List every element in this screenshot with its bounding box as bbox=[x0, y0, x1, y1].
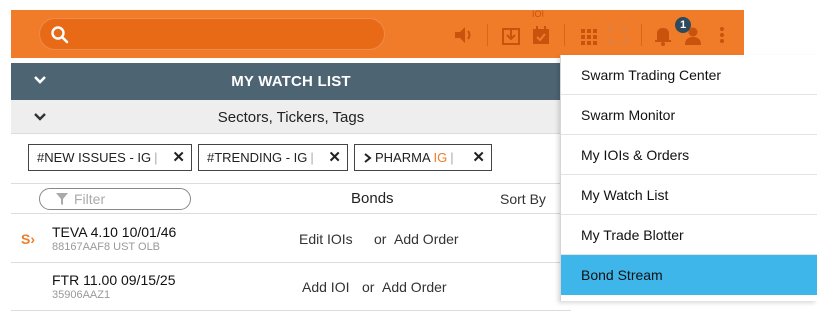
calendar-icon[interactable] bbox=[530, 24, 552, 46]
tag-chip[interactable]: #NEW ISSUES - IG | ✕ bbox=[28, 144, 192, 171]
filter-icon bbox=[56, 193, 68, 205]
tag-list: #NEW ISSUES - IG | ✕ #TRENDING - IG | ✕ PH… bbox=[11, 134, 571, 182]
table-row[interactable]: FTR 11.00 09/15/25 35906AAZ1 Add IOI or … bbox=[11, 263, 571, 311]
apps-dropdown-menu: Swarm Trading Center Swarm Monitor My IO… bbox=[560, 55, 817, 301]
fullscreen-icon[interactable] bbox=[607, 24, 629, 46]
tag-label: #NEW ISSUES - IG bbox=[37, 150, 152, 165]
more-vertical-icon[interactable] bbox=[717, 24, 727, 46]
watchlist-title: MY WATCH LIST bbox=[231, 73, 351, 90]
tag-divider: | bbox=[450, 150, 454, 165]
bond-identifier: 35906AAZ1 bbox=[52, 289, 111, 301]
swarm-flag: S› bbox=[21, 231, 35, 247]
toolbar-divider bbox=[487, 24, 488, 46]
close-icon[interactable]: ✕ bbox=[472, 145, 485, 170]
tag-divider: | bbox=[154, 150, 158, 165]
bond-identifier: 88167AAF8 UST OLB bbox=[52, 241, 161, 253]
add-order-link[interactable]: Add Order bbox=[394, 231, 459, 247]
bell-icon[interactable] bbox=[653, 24, 673, 46]
grid-apps-icon[interactable] bbox=[579, 24, 599, 46]
filter-placeholder: Filter bbox=[74, 191, 106, 207]
sectors-title: Sectors, Tickers, Tags bbox=[217, 109, 365, 126]
bonds-toolbar: Filter Bonds Sort By bbox=[11, 183, 571, 214]
user-icon[interactable] bbox=[683, 24, 703, 46]
or-text: or bbox=[362, 279, 375, 295]
bonds-column-header: Bonds bbox=[351, 190, 394, 207]
menu-item-my-trade-blotter[interactable]: My Trade Blotter bbox=[561, 215, 817, 255]
menu-item-swarm-trading-center[interactable]: Swarm Trading Center bbox=[561, 55, 817, 95]
menu-item-my-iois-orders[interactable]: My IOIs & Orders bbox=[561, 135, 817, 175]
menu-item-my-watch-list[interactable]: My Watch List bbox=[561, 175, 817, 215]
top-toolbar: IOI 1 bbox=[11, 9, 744, 58]
ioi-download-icon[interactable] bbox=[500, 24, 522, 46]
menu-item-bond-stream[interactable]: Bond Stream bbox=[561, 255, 817, 295]
close-icon[interactable]: ✕ bbox=[172, 145, 185, 170]
sectors-section-header[interactable]: Sectors, Tickers, Tags bbox=[11, 100, 571, 134]
filter-input[interactable]: Filter bbox=[39, 188, 191, 210]
watchlist-header[interactable]: MY WATCH LIST bbox=[11, 63, 571, 100]
edit-iois-link[interactable]: Edit IOIs bbox=[299, 231, 353, 247]
speaker-icon[interactable] bbox=[452, 24, 474, 46]
tag-label: #TRENDING - IG bbox=[207, 150, 308, 165]
or-text: or bbox=[374, 231, 387, 247]
add-order-link[interactable]: Add Order bbox=[382, 279, 447, 295]
tag-divider: | bbox=[310, 150, 314, 165]
add-ioi-link[interactable]: Add IOI bbox=[302, 279, 349, 295]
app-page: IOI 1 MY WATCH LIST Sectors, Tickers, Ta… bbox=[0, 0, 817, 313]
tag-suffix: IG bbox=[433, 150, 448, 165]
ioi-label: IOI bbox=[532, 9, 545, 19]
table-row[interactable]: S› TEVA 4.10 10/01/46 88167AAF8 UST OLB … bbox=[11, 215, 571, 263]
toolbar-divider bbox=[641, 24, 642, 46]
sort-by-button[interactable]: Sort By bbox=[500, 191, 546, 207]
search-input[interactable] bbox=[39, 18, 385, 50]
bond-name[interactable]: FTR 11.00 09/15/25 bbox=[52, 272, 175, 288]
tag-chip[interactable]: PHARMA IG | ✕ bbox=[354, 144, 492, 171]
menu-item-swarm-monitor[interactable]: Swarm Monitor bbox=[561, 95, 817, 135]
tag-label: PHARMA bbox=[375, 150, 430, 165]
close-icon[interactable]: ✕ bbox=[328, 145, 341, 170]
bond-name[interactable]: TEVA 4.10 10/01/46 bbox=[52, 224, 176, 240]
toolbar-divider bbox=[564, 24, 565, 46]
search-icon bbox=[51, 26, 69, 44]
tag-chip[interactable]: #TRENDING - IG | ✕ bbox=[198, 144, 348, 171]
chevron-right-icon bbox=[364, 153, 372, 163]
